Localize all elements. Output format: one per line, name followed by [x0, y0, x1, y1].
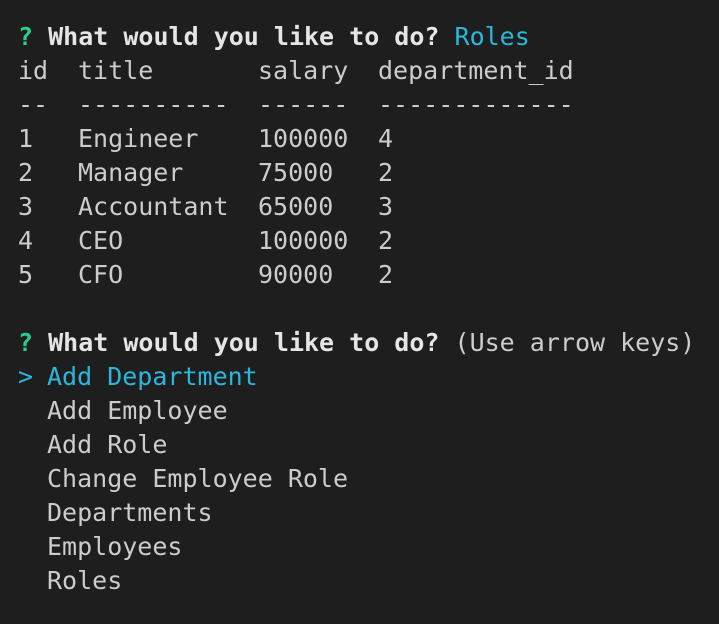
terminal-window: ? What would you like to do? Roles id ti… [0, 0, 719, 624]
menu-item-label: Change Employee Role [47, 464, 349, 493]
prompt-roles-line: ? What would you like to do? Roles [18, 20, 719, 54]
prompt-hint: (Use arrow keys) [454, 328, 696, 357]
separator-title: ---------- [78, 90, 229, 119]
cell-id: 3 [18, 192, 34, 221]
menu-item-label: Departments [47, 498, 213, 527]
menu-item-label: Add Role [47, 430, 168, 459]
menu-item-roles[interactable]: Roles [18, 564, 719, 598]
cell-title: Engineer [78, 124, 199, 153]
menu-item-change-employee-role[interactable]: Change Employee Role [18, 462, 719, 496]
cell-department-id: 4 [378, 124, 394, 153]
menu-item-add-employee[interactable]: Add Employee [18, 394, 719, 428]
menu-item-add-role[interactable]: Add Role [18, 428, 719, 462]
cell-department-id: 3 [378, 192, 394, 221]
table-row: 4 CEO 100000 2 [18, 224, 719, 258]
menu-item-label: Add Employee [47, 396, 228, 425]
prompt-marker: ? [18, 328, 34, 357]
separator-department-id: ------------- [378, 90, 574, 119]
table-row: 1 Engineer 100000 4 [18, 122, 719, 156]
cell-salary: 100000 [258, 124, 349, 153]
menu-item-employees[interactable]: Employees [18, 530, 719, 564]
prompt-question: What would you like to do? [48, 328, 440, 357]
cell-salary: 100000 [258, 226, 349, 255]
table-row: 3 Accountant 65000 3 [18, 190, 719, 224]
cell-title: CFO [78, 260, 124, 289]
table-separator-row: -- ---------- ------ ------------- [18, 88, 719, 122]
table-row: 5 CFO 90000 2 [18, 258, 719, 292]
cell-id: 2 [18, 158, 34, 187]
separator-id: -- [18, 90, 49, 119]
prompt-menu-line: ? What would you like to do? (Use arrow … [18, 326, 719, 360]
menu-item-label: Add Department [47, 362, 258, 391]
cell-department-id: 2 [378, 226, 394, 255]
cell-department-id: 2 [378, 260, 394, 289]
prompt-marker: ? [18, 22, 34, 51]
prompt-question: What would you like to do? [48, 22, 440, 51]
cell-id: 4 [18, 226, 34, 255]
menu-item-add-department[interactable]: > Add Department [18, 360, 719, 394]
column-header-id: id [18, 56, 49, 85]
cell-salary: 65000 [258, 192, 334, 221]
menu-item-label: Roles [47, 566, 123, 595]
column-header-salary: salary [258, 56, 349, 85]
cell-title: CEO [78, 226, 124, 255]
separator-salary: ------ [258, 90, 349, 119]
cell-salary: 75000 [258, 158, 334, 187]
table-row: 2 Manager 75000 2 [18, 156, 719, 190]
column-header-department-id: department_id [378, 56, 574, 85]
table-header-row: id title salary department_id [18, 54, 719, 88]
menu-item-label: Employees [47, 532, 183, 561]
selection-pointer-icon: > [18, 362, 34, 391]
cell-id: 5 [18, 260, 34, 289]
cell-title: Accountant [78, 192, 229, 221]
cell-id: 1 [18, 124, 34, 153]
cell-salary: 90000 [258, 260, 334, 289]
cell-title: Manager [78, 158, 184, 187]
prompt-answer: Roles [454, 22, 530, 51]
cell-department-id: 2 [378, 158, 394, 187]
column-header-title: title [78, 56, 154, 85]
menu-item-departments[interactable]: Departments [18, 496, 719, 530]
menu-list: > Add Department Add Employee Add Role Ch… [18, 360, 719, 598]
